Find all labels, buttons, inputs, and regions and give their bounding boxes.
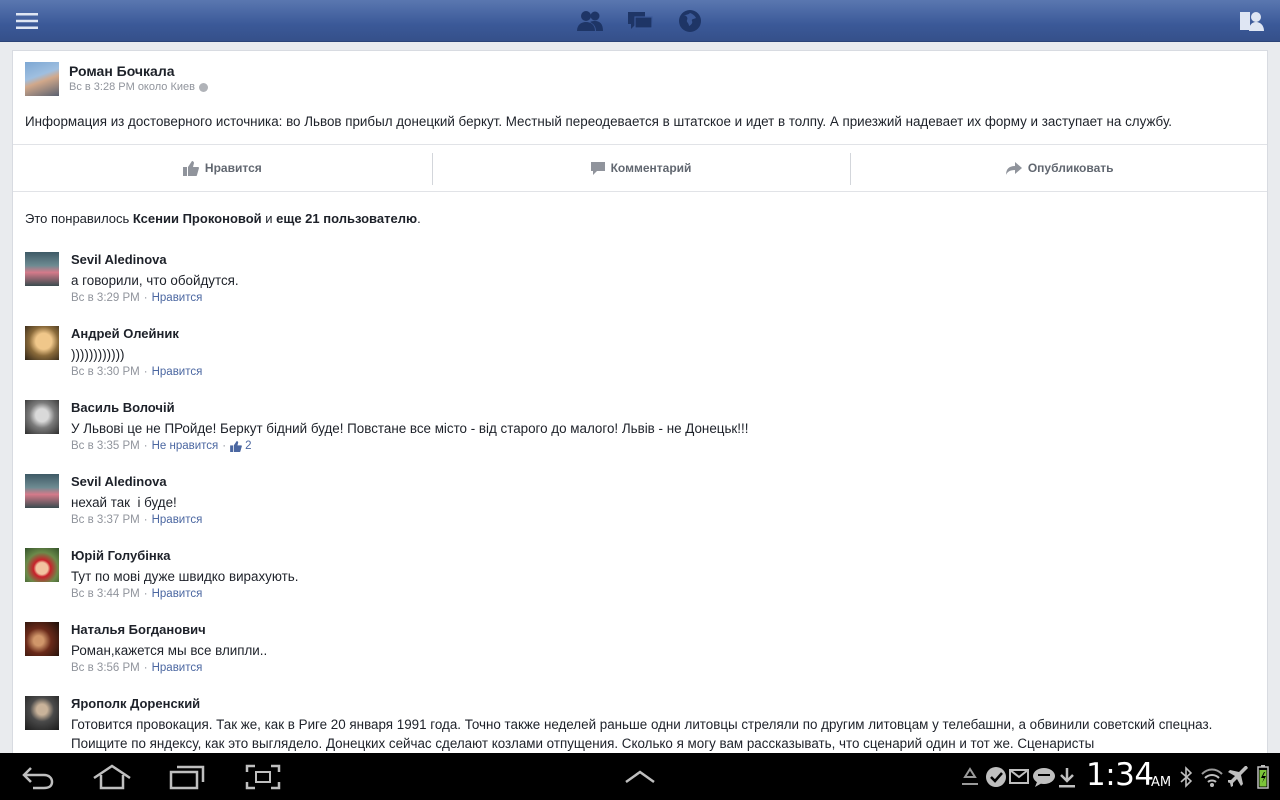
comment-item: Андрей Олейник )))))))))))) Вс в 3:30 PM… xyxy=(25,326,1255,386)
comment-like-link[interactable]: Нравится xyxy=(152,588,203,600)
comment-button[interactable]: Комментарий xyxy=(431,145,851,191)
comment-unlike-link[interactable]: Не нравится xyxy=(152,440,219,452)
comment-item: Sevil Aledinova нехай так і буде! Вс в 3… xyxy=(25,474,1255,534)
recycle-icon xyxy=(958,766,982,788)
commenter-name[interactable]: Наталья Богданович xyxy=(71,622,206,637)
commenter-avatar[interactable] xyxy=(25,326,59,360)
commenter-name[interactable]: Андрей Олейник xyxy=(71,326,179,341)
commenter-avatar[interactable] xyxy=(25,474,59,508)
thumbs-up-icon xyxy=(182,160,199,176)
clock-time: 1:34 xyxy=(1086,757,1154,793)
comment-text: а говорили, что обойдутся. xyxy=(71,273,239,288)
comment-like-link[interactable]: Нравится xyxy=(152,662,203,674)
comment-timestamp: Вс в 3:29 PM xyxy=(71,292,140,304)
comment-item: Наталья Богданович Роман,кажется мы все … xyxy=(25,622,1255,682)
commenter-avatar[interactable] xyxy=(25,252,59,286)
comment-text: Роман,кажется мы все влипли.. xyxy=(71,643,268,658)
comment-timestamp: Вс в 3:35 PM xyxy=(71,440,140,452)
comment-like-link[interactable]: Нравится xyxy=(152,514,203,526)
share-button-label: Опубликовать xyxy=(1027,161,1114,175)
likes-summary-others[interactable]: еще 21 пользователю xyxy=(276,211,417,226)
commenter-avatar[interactable] xyxy=(25,548,59,582)
post-author-name[interactable]: Роман Бочкала xyxy=(69,63,175,79)
system-navigation-bar: 1:34 AM xyxy=(0,753,1280,800)
comment-item: Юрій Голубінка Тут по мові дуже швидко в… xyxy=(25,548,1255,608)
commenter-avatar[interactable] xyxy=(25,622,59,656)
commenter-avatar[interactable] xyxy=(25,400,59,434)
commenter-name[interactable]: Юрій Голубінка xyxy=(71,548,170,563)
likes-summary: Это понравилось Ксении Проконовой и еще … xyxy=(25,211,421,226)
check-badge-icon xyxy=(984,765,1008,789)
top-app-bar xyxy=(0,0,1280,42)
comment-like-link[interactable]: Нравится xyxy=(152,366,203,378)
comment-text: )))))))))))) xyxy=(71,347,125,362)
comment-meta: Вс в 3:35 PM · Не нравится · 2 xyxy=(71,440,252,452)
comment-likes-count-value: 2 xyxy=(245,440,252,452)
share-arrow-icon xyxy=(1005,161,1022,175)
comment-likes-count[interactable]: 2 xyxy=(230,440,252,452)
download-icon xyxy=(1056,765,1078,789)
likes-summary-middle: и xyxy=(261,211,277,226)
comment-meta: Вс в 3:29 PM · Нравится xyxy=(71,292,203,304)
comment-text: Готовится провокация. Так же, как в Риге… xyxy=(71,717,1213,751)
comment-icon xyxy=(590,161,605,175)
friends-list-icon[interactable] xyxy=(1238,6,1268,36)
screenshot-icon[interactable] xyxy=(244,763,282,791)
comment-text: Тут по мові дуже швидко вирахують. xyxy=(71,569,299,584)
battery-icon xyxy=(1256,764,1270,790)
comment-timestamp: Вс в 3:56 PM xyxy=(71,662,140,674)
email-icon xyxy=(1008,766,1032,788)
public-globe-icon xyxy=(198,82,208,92)
comment-item: Ярополк Доренский Готовится провокация. … xyxy=(25,696,1255,753)
post-author-avatar[interactable] xyxy=(25,62,59,96)
back-icon[interactable] xyxy=(20,763,56,791)
post-meta: Вс в 3:28 PM около Киев xyxy=(69,81,208,93)
wifi-icon xyxy=(1199,765,1225,789)
comment-item: Василь Волочій У Львові це не ПРойде! Бе… xyxy=(25,400,1255,460)
likes-summary-prefix: Это понравилось xyxy=(25,211,133,226)
recent-apps-icon[interactable] xyxy=(168,763,206,791)
chat-bubble-icon xyxy=(1031,765,1057,789)
comment-button-label: Комментарий xyxy=(610,161,692,175)
clock-ampm: AM xyxy=(1151,775,1172,790)
comment-timestamp: Вс в 3:30 PM xyxy=(71,366,140,378)
like-button-label: Нравится xyxy=(204,161,262,175)
likes-summary-name[interactable]: Ксении Проконовой xyxy=(133,211,262,226)
comment-text: нехай так і буде! xyxy=(71,495,177,510)
share-button[interactable]: Опубликовать xyxy=(850,145,1267,191)
likes-summary-suffix: . xyxy=(417,211,421,226)
menu-icon[interactable] xyxy=(12,6,42,36)
post-text: Информация из достоверного источника: во… xyxy=(25,114,1173,129)
comment-like-link[interactable]: Нравится xyxy=(152,292,203,304)
thumbs-up-icon xyxy=(230,440,242,452)
comment-meta: Вс в 3:56 PM · Нравится xyxy=(71,662,203,674)
comment-meta: Вс в 3:44 PM · Нравится xyxy=(71,588,203,600)
friend-requests-icon[interactable] xyxy=(575,6,605,36)
airplane-icon xyxy=(1227,765,1251,789)
bluetooth-icon xyxy=(1178,765,1194,789)
commenter-name[interactable]: Василь Волочій xyxy=(71,400,175,415)
post-timestamp: Вс в 3:28 PM около Киев xyxy=(69,81,195,93)
like-button[interactable]: Нравится xyxy=(13,145,432,191)
post-card: Роман Бочкала Вс в 3:28 PM около Киев Ин… xyxy=(12,50,1268,753)
home-icon[interactable] xyxy=(92,763,132,791)
comment-item: Sevil Aledinova а говорили, что обойдутс… xyxy=(25,252,1255,312)
commenter-name[interactable]: Ярополк Доренский xyxy=(71,696,200,711)
post-actions: Нравится Комментарий Опубликовать xyxy=(13,144,1267,192)
comment-meta: Вс в 3:30 PM · Нравится xyxy=(71,366,203,378)
comment-timestamp: Вс в 3:44 PM xyxy=(71,588,140,600)
commenter-name[interactable]: Sevil Aledinova xyxy=(71,474,167,489)
comment-text: У Львові це не ПРойде! Беркут бідний буд… xyxy=(71,421,749,436)
commenter-name[interactable]: Sevil Aledinova xyxy=(71,252,167,267)
expand-up-icon[interactable] xyxy=(622,767,658,787)
comment-meta: Вс в 3:37 PM · Нравится xyxy=(71,514,203,526)
commenter-avatar[interactable] xyxy=(25,696,59,730)
messages-icon[interactable] xyxy=(625,6,655,36)
comment-timestamp: Вс в 3:37 PM xyxy=(71,514,140,526)
notifications-globe-icon[interactable] xyxy=(675,6,705,36)
